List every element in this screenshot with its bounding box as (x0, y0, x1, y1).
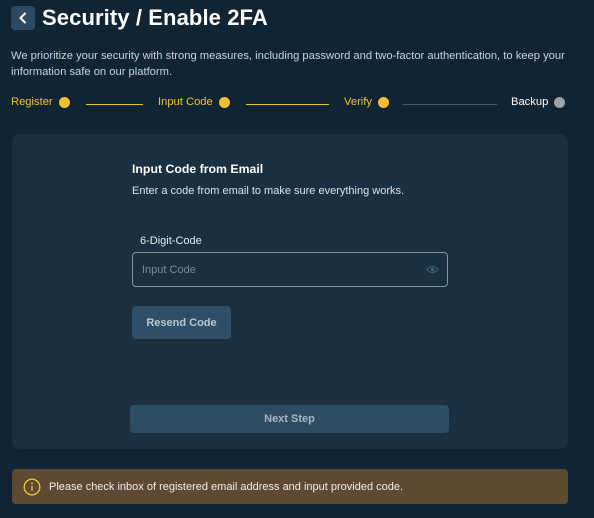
chevron-left-icon (19, 12, 26, 24)
step-status-dot (58, 96, 70, 108)
step-status-dot (554, 96, 566, 108)
step-label: Register (11, 96, 53, 108)
next-step-button[interactable]: Next Step (130, 405, 449, 433)
notice-text: Please check inbox of registered email a… (49, 480, 404, 493)
step-input-code[interactable]: Input Code (158, 96, 230, 108)
step-label: Verify (344, 96, 372, 108)
step-label: Backup (511, 96, 549, 108)
step-status-dot (218, 96, 230, 108)
step-connector (86, 104, 143, 105)
step-label: Input Code (158, 96, 213, 108)
step-register[interactable]: Register (11, 96, 70, 108)
code-field (132, 252, 448, 287)
stepper: Register Input Code Verify Backup (11, 96, 569, 114)
intro-text: We prioritize your security with strong … (11, 50, 565, 78)
step-backup[interactable]: Backup (511, 96, 566, 108)
step-connector (246, 104, 329, 105)
card-heading: Input Code from Email (132, 162, 264, 176)
back-button[interactable] (11, 6, 35, 30)
info-icon (23, 477, 41, 496)
input-code-card: Input Code from Email Enter a code from … (12, 134, 568, 449)
page-header: Security / Enable 2FA (11, 5, 268, 31)
eye-icon[interactable] (425, 265, 439, 275)
code-input[interactable] (133, 253, 425, 286)
step-status-dot (377, 96, 389, 108)
step-verify[interactable]: Verify (344, 96, 389, 108)
code-field-label: 6-Digit-Code (140, 235, 202, 247)
page-title: Security / Enable 2FA (42, 5, 268, 30)
resend-code-button[interactable]: Resend Code (132, 306, 231, 339)
step-connector (403, 104, 497, 105)
card-subtitle: Enter a code from email to make sure eve… (132, 185, 405, 197)
notice-banner: Please check inbox of registered email a… (12, 469, 568, 504)
